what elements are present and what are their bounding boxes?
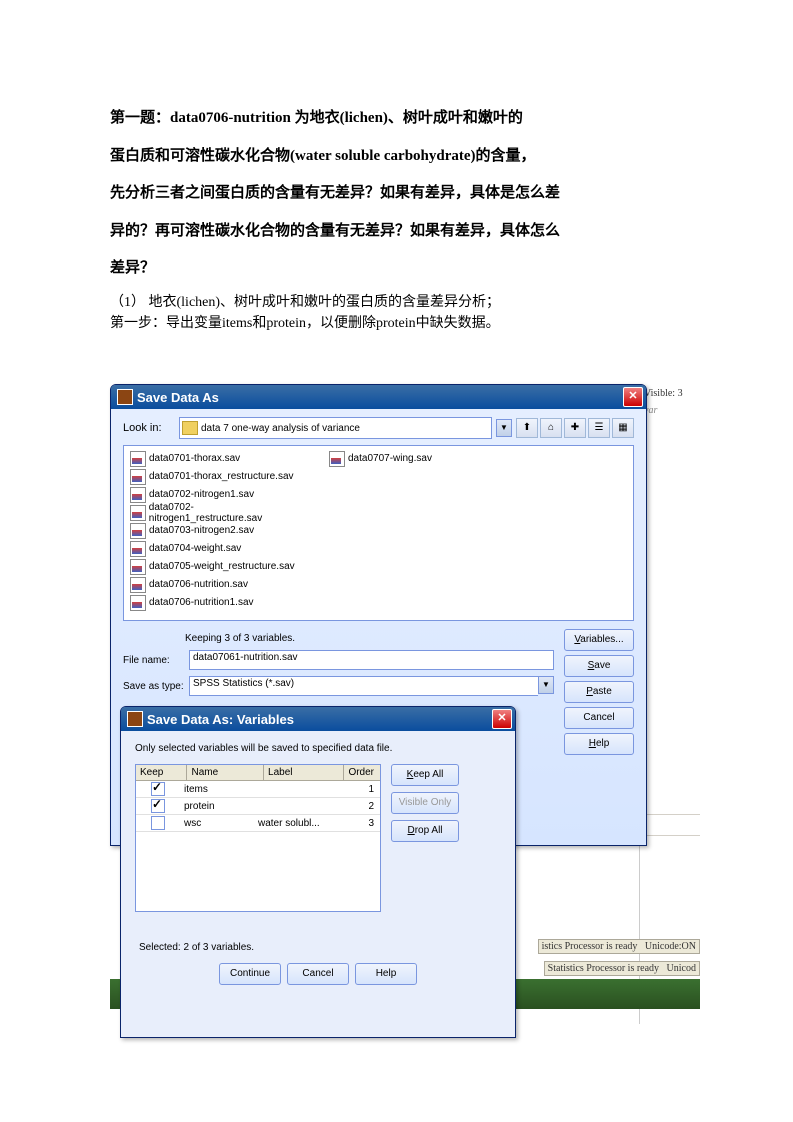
close-icon[interactable]: ✕: [492, 709, 512, 729]
table-row[interactable]: protein 2: [136, 798, 380, 815]
home-icon[interactable]: ⌂: [540, 418, 562, 438]
details-view-icon[interactable]: ▦: [612, 418, 634, 438]
sav-file-icon: [130, 541, 146, 557]
chevron-down-icon[interactable]: ▼: [538, 676, 554, 694]
question-text: 第一题：data0706-nutrition 为地衣(lichen)、树叶成叶和…: [110, 100, 693, 288]
sav-file-icon: [130, 595, 146, 611]
lookin-value: data 7 one-way analysis of variance: [201, 423, 360, 434]
sav-file-icon: [329, 451, 345, 467]
help-button[interactable]: Help: [564, 733, 634, 755]
status-bar-2: Statistics Processor is ready Unicod: [544, 961, 700, 976]
table-row[interactable]: wsc water solubl... 3: [136, 815, 380, 832]
status-bar-1: istics Processor is ready Unicode:ON: [538, 939, 700, 954]
spss-icon: [117, 389, 133, 405]
save-dialog-title: Save Data As: [137, 390, 219, 405]
file-item[interactable]: data0706-nutrition.sav: [128, 576, 307, 593]
close-icon[interactable]: ✕: [623, 387, 643, 407]
lookin-label: Look in:: [123, 422, 175, 434]
keeping-text: Keeping 3 of 3 variables.: [185, 633, 554, 644]
file-item[interactable]: data0701-thorax_restructure.sav: [128, 468, 307, 485]
cancel-button[interactable]: Cancel: [287, 963, 349, 985]
sav-file-icon: [130, 469, 146, 485]
file-item[interactable]: data0702-nitrogen1_restructure.sav: [128, 504, 307, 521]
file-item[interactable]: data0706-nutrition1.sav: [128, 594, 307, 611]
selected-text: Selected: 2 of 3 variables.: [139, 942, 501, 953]
vars-dialog-titlebar[interactable]: Save Data As: Variables ✕: [121, 707, 515, 731]
sav-file-icon: [130, 451, 146, 467]
lookin-select[interactable]: data 7 one-way analysis of variance: [179, 417, 492, 439]
col-keep: Keep: [136, 765, 187, 780]
screenshot-area: Visible: 3 var istics Processor is ready…: [110, 384, 700, 1044]
new-folder-icon[interactable]: ✚: [564, 418, 586, 438]
sav-file-icon: [130, 487, 146, 503]
spss-icon: [127, 711, 143, 727]
save-button[interactable]: Save: [564, 655, 634, 677]
checkbox-icon[interactable]: [151, 782, 165, 796]
filename-input[interactable]: data07061-nutrition.sav: [189, 650, 554, 670]
list-view-icon[interactable]: ☰: [588, 418, 610, 438]
col-label: Label: [264, 765, 344, 780]
sav-file-icon: [130, 577, 146, 593]
visible-only-button: Visible Only: [391, 792, 459, 814]
savetype-select[interactable]: SPSS Statistics (*.sav): [189, 676, 538, 696]
col-order: Order: [344, 765, 380, 780]
file-item[interactable]: data0705-weight_restructure.sav: [128, 558, 307, 575]
visible-count: Visible: 3: [640, 384, 700, 403]
variables-dialog: Save Data As: Variables ✕ Only selected …: [120, 706, 516, 1038]
file-item[interactable]: data0702-nitrogen1.sav: [128, 486, 307, 503]
file-list[interactable]: data0701-thorax.sav data0701-thorax_rest…: [123, 445, 634, 621]
cancel-button[interactable]: Cancel: [564, 707, 634, 729]
file-item[interactable]: data0707-wing.sav: [327, 450, 506, 467]
continue-button[interactable]: Continue: [219, 963, 281, 985]
file-item[interactable]: data0701-thorax.sav: [128, 450, 307, 467]
file-item[interactable]: data0704-weight.sav: [128, 540, 307, 557]
var-placeholder: var: [640, 403, 700, 418]
paste-button[interactable]: Paste: [564, 681, 634, 703]
folder-icon: [182, 421, 198, 435]
info-text: Only selected variables will be saved to…: [135, 743, 501, 754]
save-dialog-titlebar[interactable]: Save Data As ✕: [111, 385, 646, 409]
sav-file-icon: [130, 523, 146, 539]
variables-button[interactable]: VVariables...ariables...: [564, 629, 634, 651]
background-grid: Visible: 3 var: [639, 384, 700, 1024]
table-row[interactable]: items 1: [136, 781, 380, 798]
help-button[interactable]: Help: [355, 963, 417, 985]
filename-label: File name:: [123, 655, 189, 666]
sav-file-icon: [130, 559, 146, 575]
file-item[interactable]: data0703-nitrogen2.sav: [128, 522, 307, 539]
col-name: Name: [187, 765, 264, 780]
chevron-down-icon[interactable]: ▼: [496, 419, 512, 437]
drop-all-button[interactable]: Drop All: [391, 820, 459, 842]
answer-text: （1） 地衣(lichen)、树叶成叶和嫩叶的蛋白质的含量差异分析； 第一步：导…: [110, 292, 693, 334]
sav-file-icon: [130, 505, 146, 521]
variables-table: Keep Name Label Order items 1 protein: [135, 764, 381, 912]
savetype-label: Save as type:: [123, 681, 189, 692]
vars-dialog-title: Save Data As: Variables: [147, 712, 294, 727]
checkbox-icon[interactable]: [151, 799, 165, 813]
checkbox-icon[interactable]: [151, 816, 165, 830]
up-folder-icon[interactable]: ⬆: [516, 418, 538, 438]
keep-all-button[interactable]: Keep All: [391, 764, 459, 786]
